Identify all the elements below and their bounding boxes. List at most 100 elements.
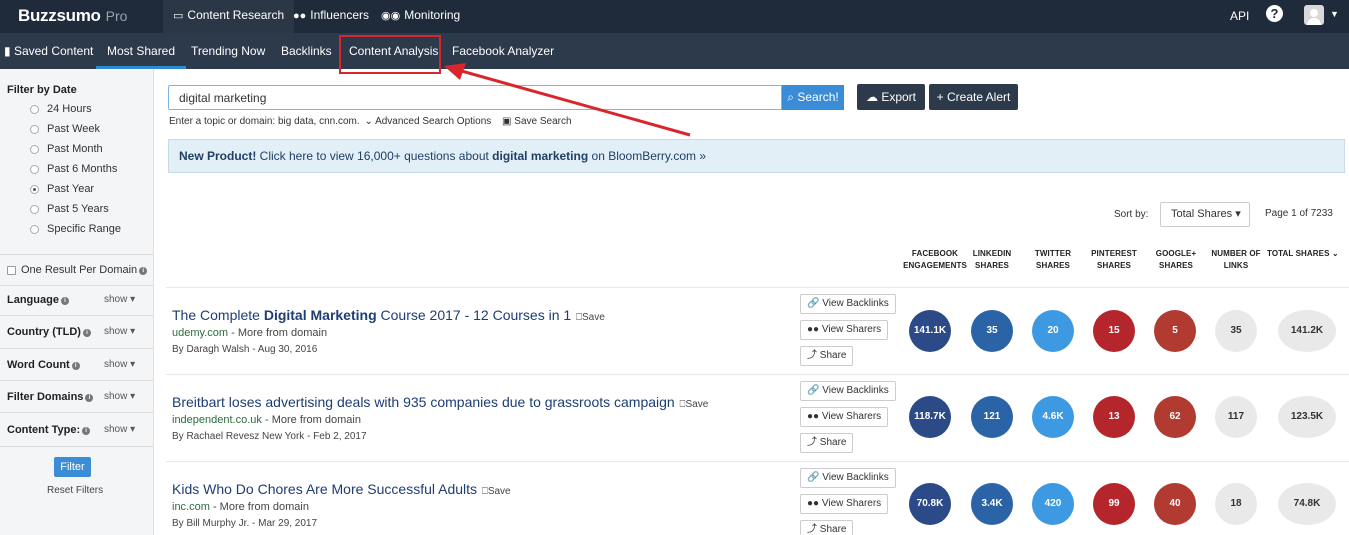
avatar[interactable] [1304, 5, 1324, 25]
googleplus-shares-badge: 62 [1154, 396, 1196, 438]
more-from-domain-link[interactable]: - More from domain [210, 501, 309, 513]
users-icon: ●● [807, 411, 820, 422]
show-toggle[interactable]: show ▾ [104, 391, 135, 402]
search-input[interactable] [168, 85, 782, 110]
pinterest-shares-badge: 99 [1093, 483, 1135, 525]
links-count-badge: 35 [1215, 310, 1257, 352]
show-toggle[interactable]: show ▾ [104, 359, 135, 370]
article-title-link[interactable]: Breitbart loses advertising deals with 9… [172, 394, 708, 410]
radio-icon[interactable] [30, 105, 39, 114]
info-icon[interactable]: i [82, 427, 91, 435]
sort-select[interactable]: Total Shares ▾ [1160, 202, 1250, 227]
create-alert-button[interactable]: + Create Alert [929, 84, 1018, 110]
tab-facebook-analyzer[interactable]: Facebook Analyzer [452, 33, 554, 69]
save-search-link[interactable]: ▣ Save Search [502, 116, 572, 127]
facebook-engagements-badge: 70.8K [909, 483, 951, 525]
info-icon[interactable]: i [139, 267, 148, 275]
divider [0, 254, 153, 255]
view-backlinks-button[interactable]: 🔗 View Backlinks [800, 381, 896, 401]
search-icon: ⌕ [787, 90, 795, 104]
promo-banner[interactable]: New Product! Click here to view 16,000+ … [168, 139, 1345, 173]
info-icon[interactable]: i [71, 362, 80, 370]
col-linkedin: LINKEDIN SHARES [972, 249, 1012, 270]
show-toggle[interactable]: show ▾ [104, 424, 135, 435]
radio-icon[interactable] [30, 125, 39, 134]
info-icon[interactable]: i [60, 297, 69, 305]
nav-content-research[interactable]: ▭ Content Research [163, 0, 295, 33]
share-button[interactable]: ⤴ Share [800, 346, 854, 366]
nav-monitoring[interactable]: ◉◉ Monitoring [371, 0, 470, 33]
domain-link[interactable]: inc.com [172, 501, 210, 513]
sort-by-label: Sort by: [1114, 209, 1149, 220]
article-title-link[interactable]: The Complete Digital Marketing Course 20… [172, 307, 605, 323]
divider [0, 285, 153, 286]
twitter-shares-badge: 20 [1032, 310, 1074, 352]
save-icon: ▣ [502, 116, 512, 127]
radio-icon[interactable] [30, 165, 39, 174]
export-button[interactable]: ☁ Export [857, 84, 925, 110]
advanced-search-link[interactable]: ⌄ Advanced Search Options [364, 116, 491, 127]
save-link[interactable]: ⎕Save [677, 399, 709, 410]
share-button[interactable]: ⤴ Share [800, 433, 854, 453]
radio-icon[interactable] [30, 225, 39, 234]
search-hint: Enter a topic or domain: big data, cnn.c… [169, 116, 572, 127]
api-link[interactable]: API [1230, 9, 1249, 23]
divider [166, 287, 1349, 288]
article-domain: independent.co.uk - More from domain [172, 414, 361, 426]
reset-filters-link[interactable]: Reset Filters [47, 485, 103, 496]
info-icon[interactable]: i [82, 329, 91, 337]
one-result-checkbox[interactable] [7, 266, 16, 275]
annotation-arrow [444, 63, 691, 137]
search-button[interactable]: ⌕ Search! [782, 85, 844, 110]
tab-most-shared[interactable]: Most Shared [96, 33, 187, 69]
view-sharers-button[interactable]: ●● View Sharers [800, 407, 889, 427]
chevron-down-icon[interactable]: ▼ [1330, 9, 1339, 19]
total-shares-badge: 74.8K [1278, 483, 1336, 525]
show-toggle[interactable]: show ▾ [104, 294, 135, 305]
share-icon: ⤴ [807, 524, 817, 535]
view-backlinks-button[interactable]: 🔗 View Backlinks [800, 468, 896, 488]
col-total-shares[interactable]: TOTAL SHARES ⌄ [1267, 248, 1347, 260]
article-title-link[interactable]: Kids Who Do Chores Are More Successful A… [172, 481, 511, 497]
cloud-download-icon: ☁ [865, 90, 878, 104]
radio-icon[interactable] [30, 145, 39, 154]
col-links: NUMBER OF LINKS [1211, 249, 1261, 270]
share-button[interactable]: ⤴ Share [800, 520, 854, 535]
view-sharers-button[interactable]: ●● View Sharers [800, 320, 889, 340]
tab-backlinks[interactable]: Backlinks [281, 33, 332, 69]
total-shares-badge: 123.5K [1278, 396, 1336, 438]
more-from-domain-link[interactable]: - More from domain [262, 414, 361, 426]
logo[interactable]: Buzzsumo Pro [18, 6, 127, 26]
domain-link[interactable]: independent.co.uk [172, 414, 262, 426]
view-backlinks-button[interactable]: 🔗 View Backlinks [800, 294, 896, 314]
divider [0, 446, 153, 447]
tab-trending-now[interactable]: Trending Now [191, 33, 265, 69]
filter-content-type[interactable]: Content Type: i show ▾ [7, 424, 147, 440]
more-from-domain-link[interactable]: - More from domain [228, 327, 327, 339]
save-link[interactable]: ⎕Save [479, 486, 511, 497]
sidebar: Filter by Date 24 Hours Past Week Past M… [0, 69, 154, 535]
pinterest-shares-badge: 13 [1093, 396, 1135, 438]
tab-saved-content[interactable]: ▮ Saved Content [4, 33, 93, 69]
info-icon[interactable]: i [85, 394, 94, 402]
show-toggle[interactable]: show ▾ [104, 326, 135, 337]
filter-language[interactable]: Language i show ▾ [7, 294, 147, 310]
filter-domains[interactable]: Filter Domains i show ▾ [7, 391, 147, 407]
domain-link[interactable]: udemy.com [172, 327, 228, 339]
filter-button[interactable]: Filter [54, 457, 91, 477]
radio-checked-icon[interactable] [30, 185, 39, 194]
article-domain: inc.com - More from domain [172, 501, 309, 513]
filter-word-count[interactable]: Word Count i show ▾ [7, 359, 147, 375]
filter-country[interactable]: Country (TLD) i show ▾ [7, 326, 147, 342]
save-link[interactable]: ⎕Save [573, 312, 605, 323]
help-icon[interactable]: ? [1266, 5, 1283, 22]
nav-influencers[interactable]: ●● Influencers [283, 0, 379, 33]
pinterest-shares-badge: 15 [1093, 310, 1135, 352]
divider [0, 412, 153, 413]
top-navbar: Buzzsumo Pro ▭ Content Research ●● Influenc… [0, 0, 1349, 33]
divider [166, 461, 1349, 462]
view-sharers-button[interactable]: ●● View Sharers [800, 494, 889, 514]
divider [166, 374, 1349, 375]
col-googleplus: GOOGLE+ SHARES [1155, 249, 1197, 270]
radio-icon[interactable] [30, 205, 39, 214]
